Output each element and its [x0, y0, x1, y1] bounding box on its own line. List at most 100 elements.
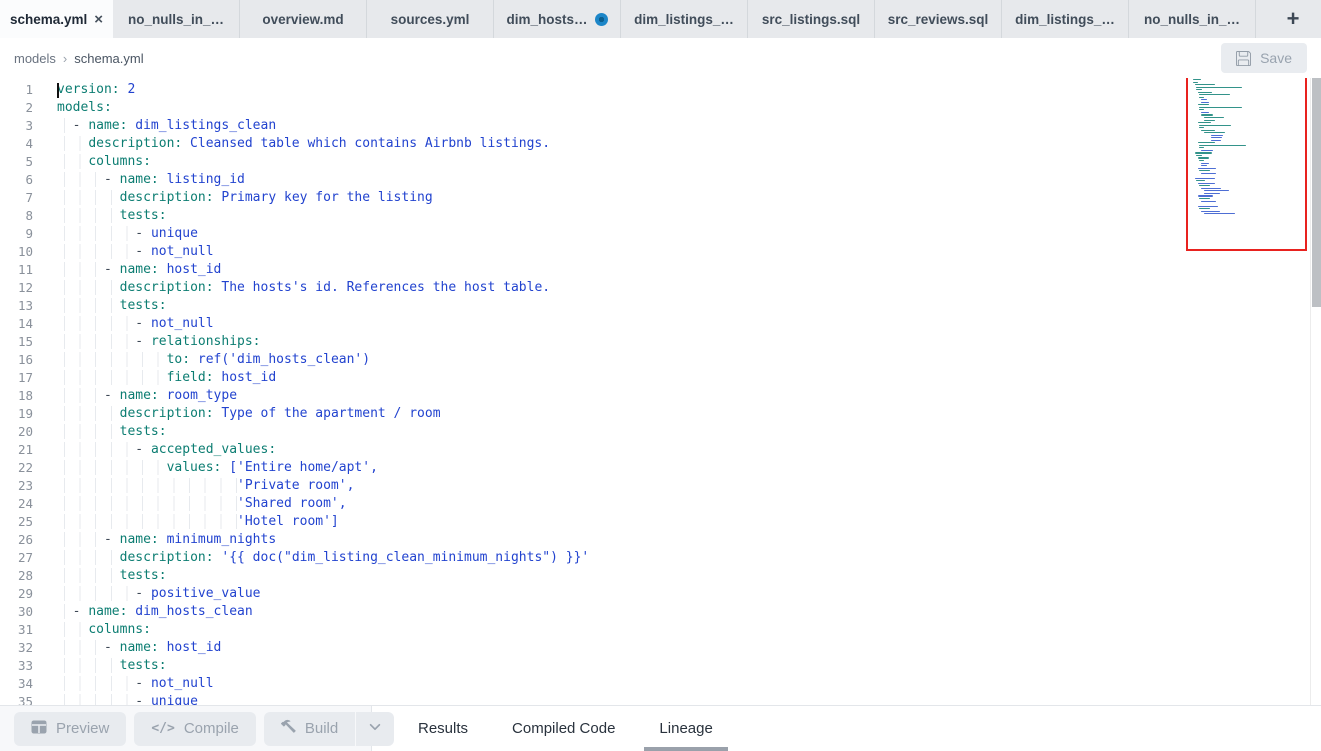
tab-dim_hosts_[interactable]: dim_hosts…: [494, 0, 621, 38]
line-number: 32: [0, 639, 33, 657]
code-line[interactable]: 7 description: Primary key for the listi…: [0, 189, 1321, 207]
tab-dim_listings__[interactable]: dim_listings_…: [1002, 0, 1129, 38]
line-number: 35: [0, 693, 33, 705]
code-line[interactable]: 6 - name: listing_id: [0, 171, 1321, 189]
code-line[interactable]: 35 - unique: [0, 693, 1321, 705]
line-number: 9: [0, 225, 33, 243]
line-number: 5: [0, 153, 33, 171]
minimap-line: [1199, 97, 1204, 98]
code-line[interactable]: 4 description: Cleansed table which cont…: [0, 135, 1321, 153]
tab-schema.yml[interactable]: schema.yml×: [0, 0, 113, 38]
build-button[interactable]: Build: [264, 712, 355, 746]
code-line[interactable]: 32 - name: host_id: [0, 639, 1321, 657]
build-button-label: Build: [305, 720, 338, 737]
minimap-line: [1199, 94, 1230, 95]
code-line[interactable]: 30 - name: dim_hosts_clean: [0, 603, 1321, 621]
breadcrumb-models[interactable]: models: [14, 51, 56, 66]
code-line[interactable]: 14 - not_null: [0, 315, 1321, 333]
code-line[interactable]: 20 tests:: [0, 423, 1321, 441]
code-text: description: Cleansed table which contai…: [33, 135, 550, 153]
minimap-line: [1196, 180, 1205, 181]
code-line[interactable]: 21 - accepted_values:: [0, 441, 1321, 459]
tab-results[interactable]: Results: [396, 706, 490, 751]
code-line[interactable]: 18 - name: room_type: [0, 387, 1321, 405]
tab-label: sources.yml: [391, 12, 470, 27]
code-line[interactable]: 33 tests:: [0, 657, 1321, 675]
code-text: tests:: [33, 567, 167, 585]
code-text: - name: minimum_nights: [33, 531, 276, 549]
code-text: columns:: [33, 153, 151, 171]
code-line[interactable]: 22 values: ['Entire home/apt',: [0, 459, 1321, 477]
build-dropdown-button[interactable]: [355, 712, 394, 746]
code-line[interactable]: 13 tests:: [0, 297, 1321, 315]
compile-button-label: Compile: [184, 720, 239, 737]
editor-scrollbar-thumb[interactable]: [1312, 78, 1321, 307]
minimap-line: [1199, 107, 1242, 108]
code-line[interactable]: 27 description: '{{ doc("dim_listing_cle…: [0, 549, 1321, 567]
code-line[interactable]: 31 columns:: [0, 621, 1321, 639]
minimap-line: [1198, 183, 1215, 184]
code-line[interactable]: 19 description: Type of the apartment / …: [0, 405, 1321, 423]
minimap-highlighted[interactable]: [1186, 78, 1307, 251]
table-icon: [31, 720, 47, 738]
minimap-line: [1201, 201, 1217, 202]
code-text: - name: dim_listings_clean: [33, 117, 276, 135]
code-editor[interactable]: 1version: 22models:3 - name: dim_listing…: [0, 78, 1321, 705]
code-line[interactable]: 11 - name: host_id: [0, 261, 1321, 279]
tab-sources.yml[interactable]: sources.yml: [367, 0, 494, 38]
minimap-line: [1199, 160, 1204, 161]
code-text: to: ref('dim_hosts_clean'): [33, 351, 370, 369]
tab-label: dim_hosts…: [506, 12, 587, 27]
line-number: 20: [0, 423, 33, 441]
code-line[interactable]: 15 - relationships:: [0, 333, 1321, 351]
hammer-icon: [281, 719, 296, 738]
line-number: 15: [0, 333, 33, 351]
code-line[interactable]: 3 - name: dim_listings_clean: [0, 117, 1321, 135]
code-line[interactable]: 17 field: host_id: [0, 369, 1321, 387]
minimap-line: [1198, 122, 1211, 123]
tab-no_nulls_in__[interactable]: no_nulls_in_…: [113, 0, 240, 38]
code-line[interactable]: 29 - positive_value: [0, 585, 1321, 603]
code-line[interactable]: 1version: 2: [0, 81, 1321, 99]
code-line[interactable]: 9 - unique: [0, 225, 1321, 243]
code-line[interactable]: 2models:: [0, 99, 1321, 117]
compile-button[interactable]: </> Compile: [134, 712, 256, 746]
code-line[interactable]: 23 'Private room',: [0, 477, 1321, 495]
save-button-label: Save: [1260, 50, 1292, 66]
tab-no_nulls_in__[interactable]: no_nulls_in_…: [1129, 0, 1256, 38]
tab-overview.md[interactable]: overview.md: [240, 0, 367, 38]
preview-button[interactable]: Preview: [14, 712, 126, 746]
code-area[interactable]: 1version: 22models:3 - name: dim_listing…: [0, 78, 1321, 705]
minimap-line: [1199, 125, 1231, 126]
close-icon[interactable]: ×: [94, 12, 103, 27]
code-line[interactable]: 10 - not_null: [0, 243, 1321, 261]
code-line[interactable]: 34 - not_null: [0, 675, 1321, 693]
minimap-line: [1211, 140, 1221, 141]
tab-dim_listings__[interactable]: dim_listings_…: [621, 0, 748, 38]
code-line[interactable]: 28 tests:: [0, 567, 1321, 585]
build-split-button: Build: [264, 712, 394, 746]
tab-lineage[interactable]: Lineage: [637, 706, 734, 751]
code-line[interactable]: 12 description: The hosts's id. Referenc…: [0, 279, 1321, 297]
line-number: 13: [0, 297, 33, 315]
minimap-line: [1198, 206, 1218, 207]
code-line[interactable]: 8 tests:: [0, 207, 1321, 225]
new-tab-button[interactable]: +: [1275, 0, 1311, 38]
code-line[interactable]: 16 to: ref('dim_hosts_clean'): [0, 351, 1321, 369]
preview-button-label: Preview: [56, 720, 109, 737]
editor-scrollbar-track[interactable]: [1310, 78, 1321, 705]
tab-label: overview.md: [262, 12, 343, 27]
tab-compiled-code[interactable]: Compiled Code: [490, 706, 637, 751]
chevron-down-icon: [368, 720, 382, 738]
tab-src_reviews.sql[interactable]: src_reviews.sql: [875, 0, 1002, 38]
code-text: 'Private room',: [33, 477, 354, 495]
code-line[interactable]: 24 'Shared room',: [0, 495, 1321, 513]
code-line[interactable]: 5 columns:: [0, 153, 1321, 171]
code-line[interactable]: 26 - name: minimum_nights: [0, 531, 1321, 549]
save-button[interactable]: Save: [1221, 43, 1307, 73]
tab-src_listings.sql[interactable]: src_listings.sql: [748, 0, 875, 38]
minimap-line: [1211, 137, 1222, 138]
line-number: 1: [0, 81, 33, 99]
code-line[interactable]: 25 'Hotel room']: [0, 513, 1321, 531]
minimap-line: [1199, 170, 1210, 171]
